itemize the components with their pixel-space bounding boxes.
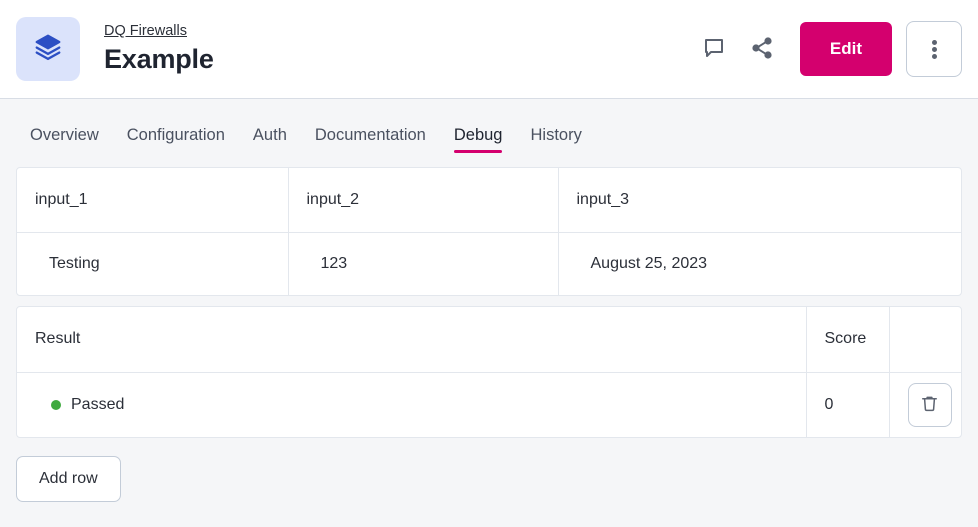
page-header: DQ Firewalls Example Edit: [0, 0, 978, 99]
column-header-input-1: input_1: [17, 168, 288, 232]
inputs-table-body: Testing 123 August 25, 2023: [17, 232, 961, 295]
table-header-row: input_1 input_2 input_3: [17, 168, 961, 232]
add-row-button[interactable]: Add row: [16, 456, 121, 502]
result-table-body: Passed 0: [17, 372, 961, 437]
cell-input-1[interactable]: Testing: [17, 232, 288, 295]
cell-input-3[interactable]: August 25, 2023: [558, 232, 961, 295]
tab-debug[interactable]: Debug: [440, 125, 517, 157]
column-header-result: Result: [17, 307, 806, 372]
inputs-table-container: input_1 input_2 input_3 Testing 123 Augu…: [16, 167, 962, 296]
layers-stack-icon: [33, 32, 63, 67]
tab-bar: Overview Configuration Auth Documentatio…: [0, 99, 978, 157]
tab-auth[interactable]: Auth: [239, 125, 301, 157]
cell-actions: [889, 372, 961, 437]
tab-documentation[interactable]: Documentation: [301, 125, 440, 157]
more-vertical-icon: [932, 38, 937, 61]
inputs-table-head: input_1 input_2 input_3: [17, 168, 961, 232]
column-header-actions: [889, 307, 961, 372]
edit-button[interactable]: Edit: [800, 22, 892, 76]
table-header-row: Result Score: [17, 307, 961, 372]
comment-icon: [702, 36, 726, 63]
tab-overview[interactable]: Overview: [16, 125, 113, 157]
column-header-input-3: input_3: [558, 168, 961, 232]
table-footer: Add row: [0, 438, 978, 502]
header-actions: Edit: [690, 21, 962, 77]
app-logo: [16, 17, 80, 81]
result-table: Result Score Passed 0: [17, 307, 961, 437]
delete-row-button[interactable]: [908, 383, 952, 427]
status-dot-icon: [51, 400, 61, 410]
column-header-score: Score: [806, 307, 889, 372]
comment-button[interactable]: [690, 25, 738, 73]
share-icon: [750, 36, 774, 63]
breadcrumb-link-dq-firewalls[interactable]: DQ Firewalls: [104, 22, 187, 40]
table-row: Testing 123 August 25, 2023: [17, 232, 961, 295]
page-title: Example: [104, 42, 214, 76]
trash-icon: [920, 394, 939, 416]
result-table-container: Result Score Passed 0: [16, 306, 962, 438]
column-header-input-2: input_2: [288, 168, 558, 232]
result-table-head: Result Score: [17, 307, 961, 372]
share-button[interactable]: [738, 25, 786, 73]
cell-result: Passed: [17, 372, 806, 437]
title-block: DQ Firewalls Example: [104, 22, 214, 76]
inputs-table: input_1 input_2 input_3 Testing 123 Augu…: [17, 168, 961, 295]
tab-history[interactable]: History: [516, 125, 595, 157]
cell-score: 0: [806, 372, 889, 437]
tab-configuration[interactable]: Configuration: [113, 125, 239, 157]
table-row: Passed 0: [17, 372, 961, 437]
cell-input-2[interactable]: 123: [288, 232, 558, 295]
status-badge: Passed: [71, 396, 124, 414]
more-options-button[interactable]: [906, 21, 962, 77]
